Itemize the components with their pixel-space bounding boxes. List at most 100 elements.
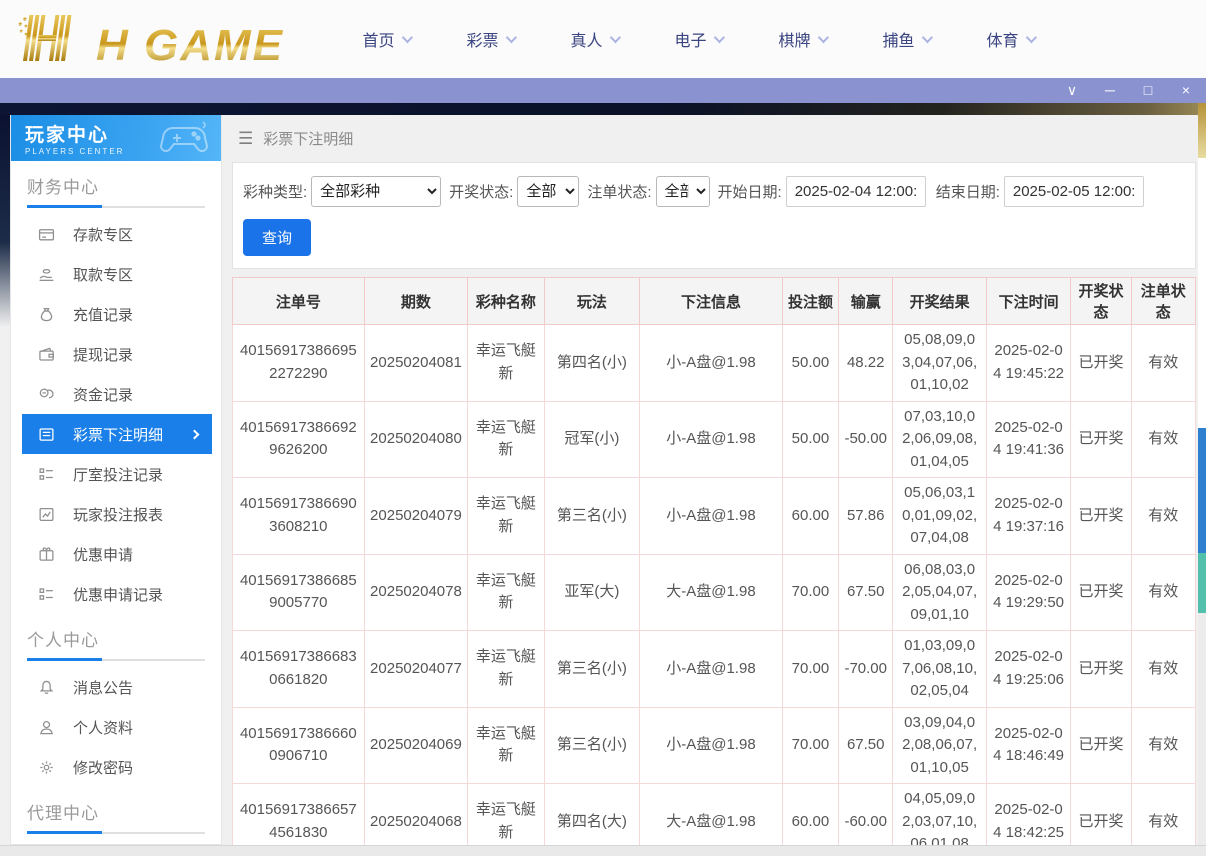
sidebar-item[interactable]: 修改密码 (22, 747, 212, 787)
table-cell: 幸运飞艇新 (468, 325, 544, 402)
table-cell: 60.00 (782, 478, 838, 555)
table-cell: 已开奖 (1071, 401, 1131, 478)
column-header: 注单号 (233, 278, 365, 325)
column-header: 期数 (364, 278, 468, 325)
table-cell: 亚军(大) (544, 554, 639, 631)
nav-item[interactable]: 电子 (646, 27, 750, 51)
table-cell: 401569173866903608210 (233, 478, 365, 555)
table-cell: 2025-02-04 18:46:49 (986, 707, 1070, 784)
table-cell: 幸运飞艇新 (468, 554, 544, 631)
start-date-label: 开始日期: (718, 181, 782, 202)
draw-status-label: 开奖状态: (449, 181, 513, 202)
sidebar-item[interactable]: 存款专区 (22, 214, 212, 254)
table-row: 40156917386683066182020250204077幸运飞艇新第三名… (233, 631, 1196, 708)
nav-item-label: 捕鱼 (882, 27, 914, 51)
banner-strip (0, 103, 1206, 115)
close-button[interactable]: × (1178, 78, 1194, 103)
end-date-input[interactable] (1004, 176, 1144, 207)
chevron-down-icon (401, 32, 412, 43)
sidebar-item-label: 彩票下注明细 (73, 424, 163, 445)
column-header: 开奖结果 (893, 278, 986, 325)
nav-item[interactable]: 捕鱼 (854, 27, 958, 51)
table-cell: 有效 (1131, 325, 1195, 402)
table-cell: 有效 (1131, 478, 1195, 555)
table-cell: 已开奖 (1071, 478, 1131, 555)
column-header: 下注时间 (986, 278, 1070, 325)
table-header-row: 注单号期数彩种名称玩法下注信息投注额输赢开奖结果下注时间开奖状态注单状态 (233, 278, 1196, 325)
column-header: 彩种名称 (468, 278, 544, 325)
bell-icon (38, 679, 55, 696)
table-cell: 2025-02-04 19:29:50 (986, 554, 1070, 631)
sidebar-item-label: 修改密码 (73, 757, 133, 778)
sidebar-item[interactable]: 厅室投注记录 (22, 454, 212, 494)
nav-item[interactable]: 首页 (334, 27, 438, 51)
table-cell: 第四名(小) (544, 325, 639, 402)
sidebar-item[interactable]: 优惠申请记录 (22, 574, 212, 614)
table-cell: 已开奖 (1071, 631, 1131, 708)
maximize-button[interactable]: □ (1140, 78, 1156, 103)
table-cell: 已开奖 (1071, 554, 1131, 631)
bottom-scrollbar-area[interactable] (0, 845, 1206, 856)
minimize-button[interactable]: ─ (1102, 78, 1118, 103)
nav-item[interactable]: 体育 (958, 27, 1062, 51)
sidebar-item-label: 提现记录 (73, 344, 133, 365)
bets-table: 注单号期数彩种名称玩法下注信息投注额输赢开奖结果下注时间开奖状态注单状态 401… (232, 277, 1196, 856)
search-button[interactable]: 查询 (243, 219, 311, 256)
chevron-down-icon (817, 32, 828, 43)
main-nav: 首页 彩票 真人电子 棋牌 捕鱼 体育 (334, 27, 1062, 51)
table-cell: 70.00 (782, 554, 838, 631)
chevron-down-icon (921, 32, 932, 43)
bet-status-select[interactable]: 全部 (656, 176, 710, 207)
sidebar-item[interactable]: 充值记录 (22, 294, 212, 334)
nav-item-label: 棋牌 (778, 27, 810, 51)
nav-item[interactable]: 棋牌 (750, 27, 854, 51)
table-cell: 20250204069 (364, 707, 468, 784)
table-cell: 第三名(小) (544, 707, 639, 784)
draw-status-select[interactable]: 全部 (517, 176, 579, 207)
sidebar-item[interactable]: 消息公告 (22, 667, 212, 707)
nav-item-label: 彩票 (466, 27, 498, 51)
table-cell: 第三名(小) (544, 631, 639, 708)
lottery-type-select[interactable]: 全部彩种 (311, 176, 441, 207)
table-row: 40156917386685900577020250204078幸运飞艇新亚军(… (233, 554, 1196, 631)
recharge-record-icon (38, 306, 55, 323)
nav-item[interactable]: 彩票 (438, 27, 542, 51)
withdraw-icon (38, 266, 55, 283)
page-title: 彩票下注明细 (263, 128, 353, 149)
table-cell: 小-A盘@1.98 (640, 478, 783, 555)
sidebar-section-title: 个人中心 (27, 626, 205, 651)
sidebar-item[interactable]: 资金记录 (22, 374, 212, 414)
sidebar-item[interactable]: 优惠申请 (22, 534, 212, 574)
table-cell: 幸运飞艇新 (468, 401, 544, 478)
table-cell: 小-A盘@1.98 (640, 631, 783, 708)
sidebar-item[interactable]: 彩票下注明细 (22, 414, 212, 454)
hall-bet-record-icon (38, 466, 55, 483)
table-row: 40156917386695227229020250204081幸运飞艇新第四名… (233, 325, 1196, 402)
table-cell: 2025-02-04 19:41:36 (986, 401, 1070, 478)
table-cell: 05,06,03,10,01,09,02,07,04,08 (893, 478, 986, 555)
start-date-input[interactable] (786, 176, 926, 207)
column-header: 下注信息 (640, 278, 783, 325)
table-row: 40156917386690360821020250204079幸运飞艇新第三名… (233, 478, 1196, 555)
window-controls: ∨ ─ □ × (1064, 78, 1194, 103)
sidebar-item[interactable]: 玩家投注报表 (22, 494, 212, 534)
sidebar-item-label: 优惠申请 (73, 544, 133, 565)
nav-item[interactable]: 真人 (542, 27, 646, 51)
table-cell: 20250204080 (364, 401, 468, 478)
breadcrumb: ☰ 彩票下注明细 (232, 115, 1196, 162)
player-bet-report-icon (38, 506, 55, 523)
sidebar-item[interactable]: 提现记录 (22, 334, 212, 374)
table-cell: 401569173866830661820 (233, 631, 365, 708)
deposit-icon (38, 226, 55, 243)
table-row: 40156917386660090671020250204069幸运飞艇新第三名… (233, 707, 1196, 784)
hamburger-icon[interactable]: ☰ (238, 129, 253, 149)
bets-table-wrap: 注单号期数彩种名称玩法下注信息投注额输赢开奖结果下注时间开奖状态注单状态 401… (232, 277, 1196, 856)
table-cell: 冠军(小) (544, 401, 639, 478)
table-cell: 幸运飞艇新 (468, 478, 544, 555)
sidebar-item[interactable]: 取款专区 (22, 254, 212, 294)
sidebar-item[interactable]: 个人资料 (22, 707, 212, 747)
column-header: 投注额 (782, 278, 838, 325)
dropdown-button[interactable]: ∨ (1064, 78, 1080, 103)
sidebar-item-label: 资金记录 (73, 384, 133, 405)
table-cell: 2025-02-04 19:25:06 (986, 631, 1070, 708)
